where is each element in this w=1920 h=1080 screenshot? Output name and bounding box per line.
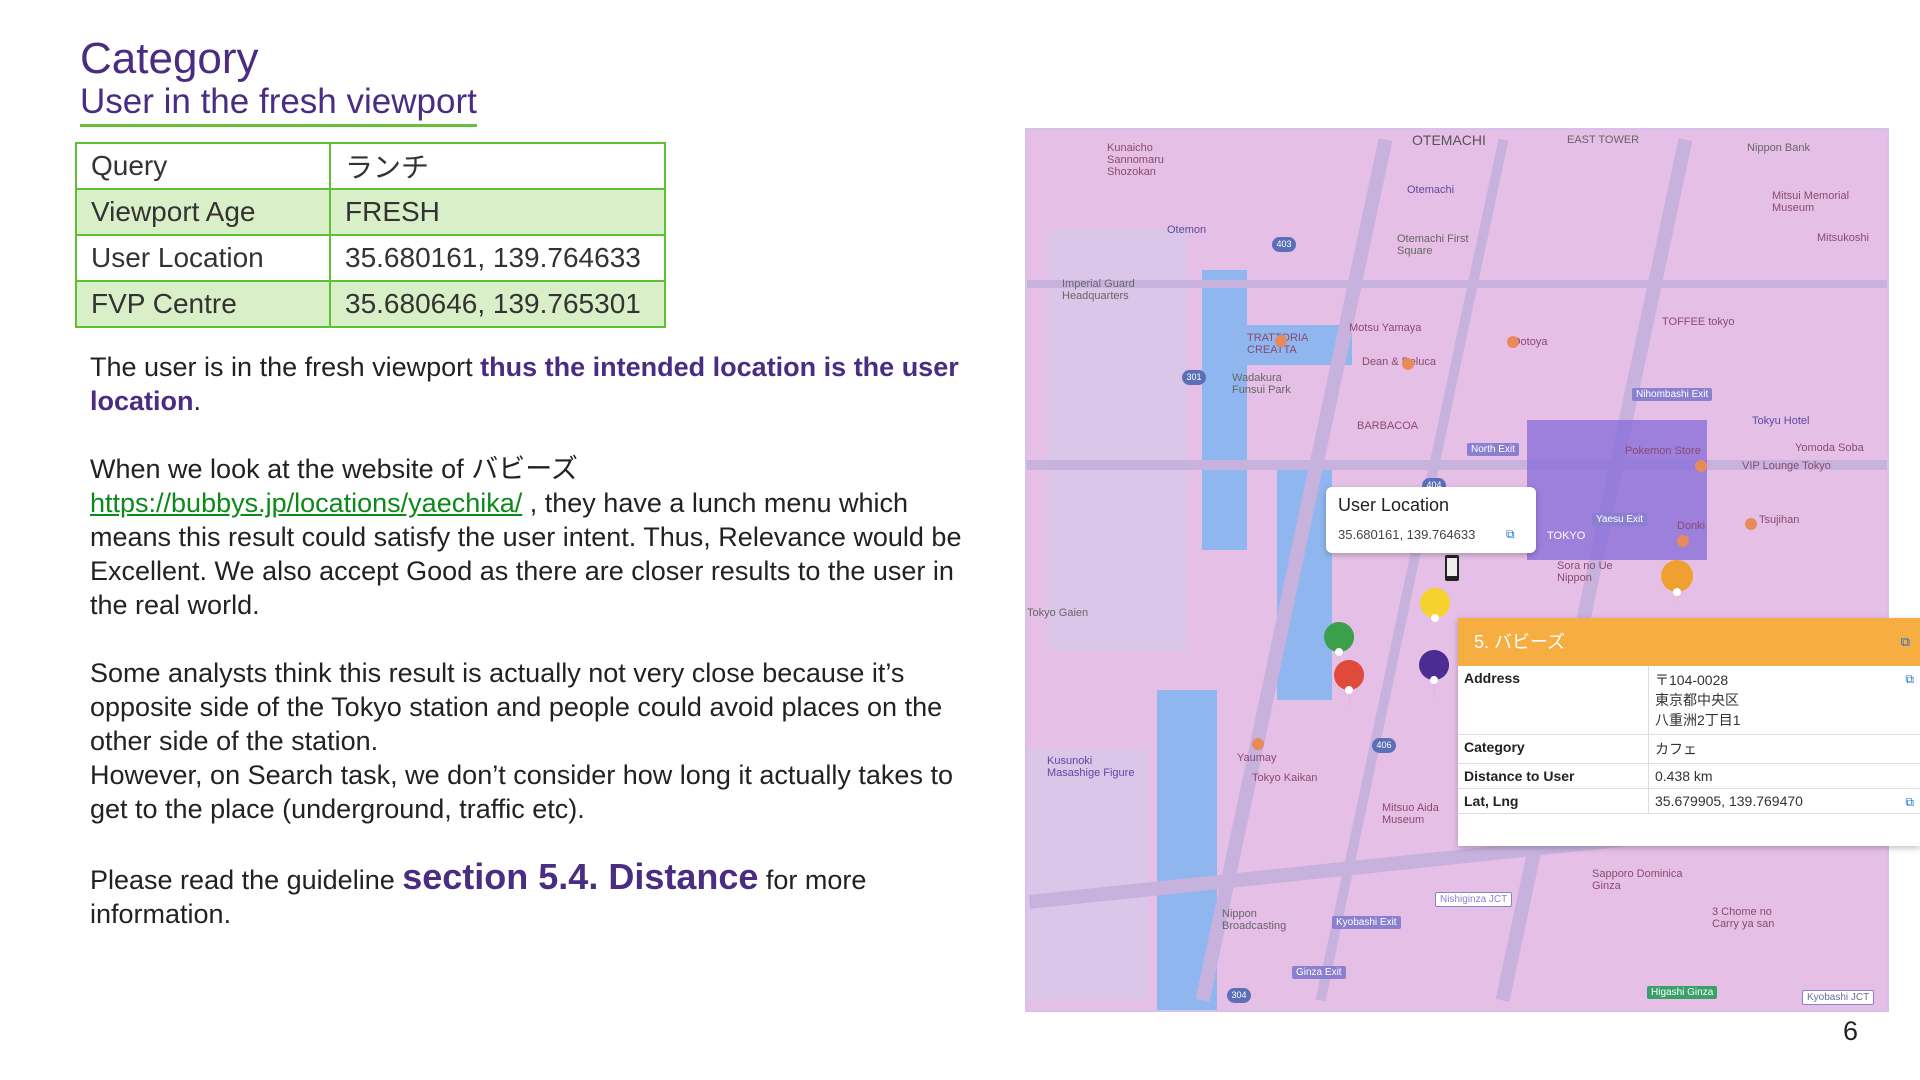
table-key: FVP Centre [75,280,331,328]
table-row: Lat, Lng 35.679905, 139.769470 ⧉ [1458,788,1920,814]
text: When we look at the website of バビーズ [90,454,578,484]
user-location-tooltip: User Location 35.680161, 139.764633 ⧉ [1326,487,1536,553]
card-title: 5. バビーズ [1474,632,1566,652]
paragraph: Please read the guideline section 5.4. D… [90,859,990,931]
paragraph: However, on Search task, we don’t consid… [90,758,990,826]
text: However, on Search task, we don’t consid… [90,760,953,824]
paragraph: When we look at the website of バビーズ http… [90,452,990,622]
paragraph: Some analysts think this result is actua… [90,656,990,758]
card-value: カフェ [1648,734,1920,764]
card-key: Distance to User [1458,763,1649,789]
page-title: Category [80,34,259,83]
copy-icon[interactable]: ⧉ [1905,795,1914,810]
table-value: 35.680161, 139.764633 [329,234,666,282]
copy-icon[interactable]: ⧉ [1905,672,1914,687]
table-row: User Location 35.680161, 139.764633 [75,234,666,282]
card-header: 5. バビーズ ⧉ [1458,618,1920,666]
category-value: カフェ [1655,741,1697,757]
card-key: Category [1458,734,1649,764]
info-table: Query ランチ Viewport Age FRESH User Locati… [75,142,666,328]
table-key: User Location [75,234,331,282]
map-pins [1324,555,1694,715]
tooltip-title: User Location [1338,495,1450,515]
table-row: Query ランチ [75,142,666,190]
table-row: Viewport Age FRESH [75,188,666,236]
card-table: Address 〒104-0028 東京都中央区 八重洲2丁目1 ⧉ Categ… [1458,666,1920,814]
phone-icon [1445,555,1459,581]
table-row: Category カフェ [1458,734,1920,764]
address-line: 八重洲2丁目1 [1655,712,1741,728]
table-row: Distance to User 0.438 km [1458,763,1920,789]
table-key: Viewport Age [75,188,331,236]
body-text: The user is in the fresh viewport thus t… [90,350,990,965]
latlng-value: 35.679905, 139.769470 [1655,793,1803,809]
table-row: Address 〒104-0028 東京都中央区 八重洲2丁目1 ⧉ [1458,666,1920,735]
pin-yellow-bubbys[interactable] [1420,588,1451,642]
card-key: Address [1458,666,1649,735]
bubbys-link[interactable]: https://bubbys.jp/locations/yaechika/ [90,488,522,518]
text: . [193,386,202,416]
table-row: FVP Centre 35.680646, 139.765301 [75,280,666,328]
map-view[interactable]: OTEMACHI EAST TOWER Nippon Bank Kunaicho… [1025,128,1889,1012]
card-value: 0.438 km [1648,763,1920,789]
card-value: 35.679905, 139.769470 ⧉ [1648,788,1920,814]
page-number: 6 [1843,1016,1859,1046]
tooltip-coords: 35.680161, 139.764633 [1338,527,1476,542]
table-value: 35.680646, 139.765301 [329,280,666,328]
text: Some analysts think this result is actua… [90,658,943,756]
table-value: FRESH [329,188,666,236]
paragraph: The user is in the fresh viewport thus t… [90,350,990,418]
card-key: Lat, Lng [1458,788,1649,814]
copy-icon[interactable]: ⧉ [1506,527,1515,542]
address-line: 〒104-0028 [1655,672,1729,688]
copy-icon[interactable]: ⧉ [1901,618,1910,666]
result-info-card: 5. バビーズ ⧉ Address 〒104-0028 東京都中央区 八重洲2丁… [1458,618,1920,846]
table-key: Query [75,142,331,190]
table-value: ランチ [329,142,666,190]
pin-purple[interactable] [1419,650,1450,704]
address-line: 東京都中央区 [1655,692,1739,708]
page-subtitle: User in the fresh viewport [80,82,477,127]
pin-orange[interactable] [1661,560,1694,618]
card-value: 〒104-0028 東京都中央区 八重洲2丁目1 ⧉ [1648,666,1920,735]
text: The user is in the fresh viewport [90,352,481,382]
distance-value: 0.438 km [1655,768,1713,784]
guideline-section-text: section 5.4. Distance [402,856,759,897]
text: Please read the guideline [90,865,403,895]
pin-red[interactable] [1334,660,1365,715]
